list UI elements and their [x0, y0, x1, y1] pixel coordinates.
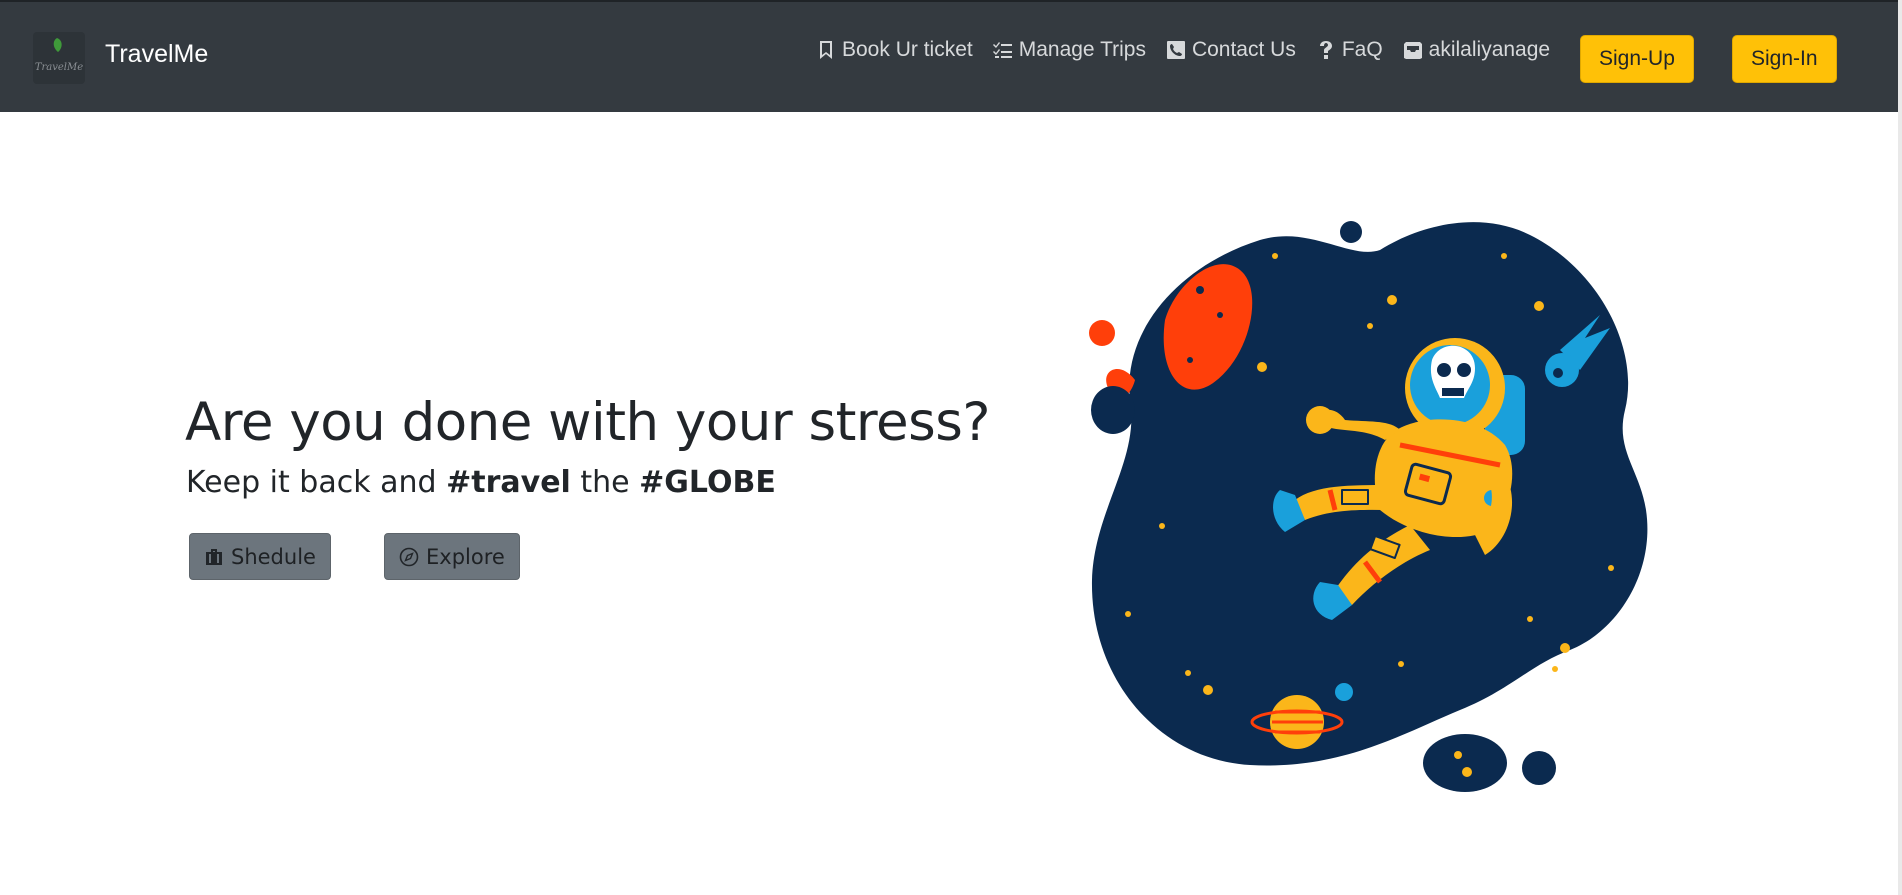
- explore-button[interactable]: Explore: [384, 533, 520, 580]
- hero-subtitle-pre: Keep it back and: [186, 465, 447, 500]
- hero-subtitle: Keep it back and #travel the #GLOBE: [186, 465, 776, 500]
- briefcase-icon: [206, 548, 222, 565]
- sign-up-button[interactable]: Sign-Up: [1580, 35, 1694, 83]
- astronaut-illustration: [1089, 221, 1648, 792]
- sign-in-button[interactable]: Sign-In: [1732, 35, 1837, 83]
- question-icon: [1319, 41, 1332, 59]
- nav-faq-label: FaQ: [1341, 38, 1383, 61]
- nav-user-account-label: akilaliyanage: [1428, 38, 1551, 61]
- nav-user-account[interactable]: akilaliyanage: [1403, 38, 1550, 62]
- floating-blob: [1423, 734, 1507, 792]
- floating-dot: [1340, 221, 1362, 243]
- hero-title: Are you done with your stress?: [185, 392, 990, 453]
- leaf-logo-icon: TravelMe: [35, 38, 83, 73]
- nav-links: Book Ur ticket Manage Trips Contact Us F…: [816, 38, 1550, 62]
- hero-subtitle-mid: the: [570, 465, 640, 500]
- compass-icon: [399, 547, 419, 566]
- nav-book-ticket-label: Book Ur ticket: [842, 38, 973, 61]
- hero-tag-globe: #GLOBE: [639, 465, 776, 500]
- schedule-button-label: Shedule: [231, 544, 316, 569]
- hero-tag-travel: #travel: [446, 465, 571, 500]
- nav-manage-trips[interactable]: Manage Trips: [992, 38, 1146, 62]
- nav-book-ticket[interactable]: Book Ur ticket: [816, 38, 973, 62]
- phone-icon: [1166, 41, 1185, 59]
- nav-contact-us[interactable]: Contact Us: [1166, 38, 1296, 62]
- nav-contact-us-label: Contact Us: [1191, 38, 1296, 61]
- floating-dot: [1522, 751, 1556, 785]
- scrollbar[interactable]: [1898, 0, 1902, 895]
- red-dot: [1089, 320, 1115, 346]
- schedule-button[interactable]: Shedule: [189, 533, 331, 580]
- user-inbox-icon: [1403, 42, 1422, 59]
- nav-faq[interactable]: FaQ: [1316, 38, 1383, 62]
- explore-button-label: Explore: [426, 544, 505, 569]
- navbar: TravelMe TravelMe Book Ur ticket Manage …: [0, 0, 1898, 112]
- brand-name[interactable]: TravelMe: [105, 40, 208, 69]
- svg-text:TravelMe: TravelMe: [35, 62, 83, 73]
- nav-manage-trips-label: Manage Trips: [1018, 38, 1146, 61]
- bookmark-icon: [820, 41, 832, 59]
- list-check-icon: [992, 42, 1012, 58]
- brand-logo[interactable]: TravelMe: [33, 32, 85, 84]
